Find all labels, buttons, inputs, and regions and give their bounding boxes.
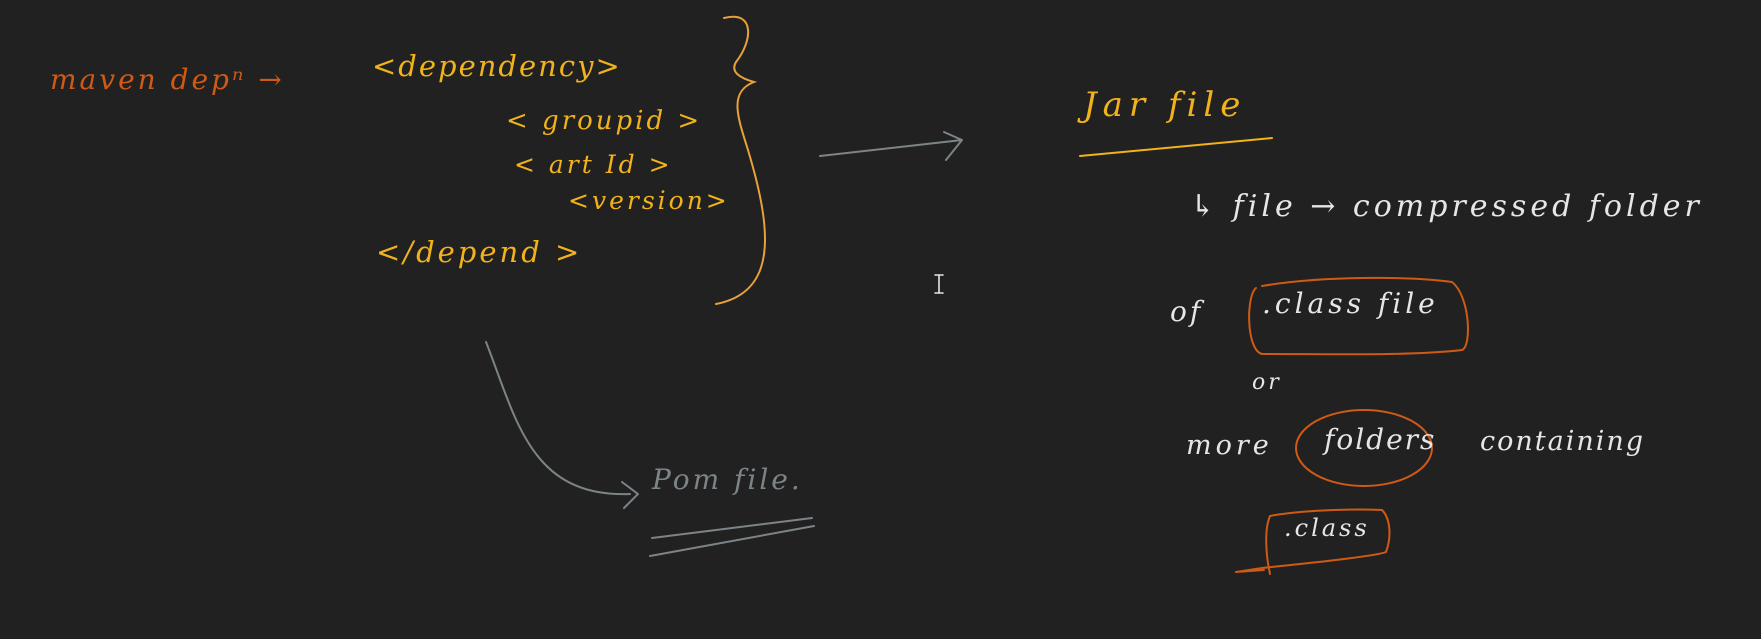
or-label: or: [1252, 370, 1282, 395]
of-label: of: [1170, 295, 1204, 328]
version-tag: <version>: [568, 186, 730, 215]
arrow-to-pom-stroke: [485, 341, 639, 509]
artifact-id-tag: < art Id >: [514, 150, 673, 179]
curly-brace-stroke: [715, 15, 766, 305]
pom-underline-stroke: [649, 517, 815, 557]
containing-label: containing: [1480, 426, 1646, 457]
more-label: more: [1186, 430, 1273, 461]
jar-description: ↳ file → compressed folder: [1190, 189, 1703, 224]
jar-underline-stroke: [1079, 137, 1273, 157]
text-cursor-icon: [934, 274, 944, 294]
jar-file-title: Jar file: [1083, 85, 1247, 125]
dependency-close-tag: </depend >: [376, 235, 583, 269]
dependency-open-tag: <dependency>: [372, 49, 622, 83]
class-label: .class: [1284, 514, 1370, 542]
pom-file-label: Pom file.: [652, 463, 803, 496]
class-file-label: .class file: [1262, 287, 1439, 320]
groupid-tag: < groupid >: [506, 106, 703, 136]
whiteboard-canvas[interactable]: maven depⁿ → <dependency> < groupid > < …: [0, 0, 1761, 639]
folders-label: folders: [1324, 423, 1437, 456]
maven-dependency-label: maven depⁿ →: [50, 63, 285, 96]
arrow-to-jar-stroke: [819, 131, 963, 161]
